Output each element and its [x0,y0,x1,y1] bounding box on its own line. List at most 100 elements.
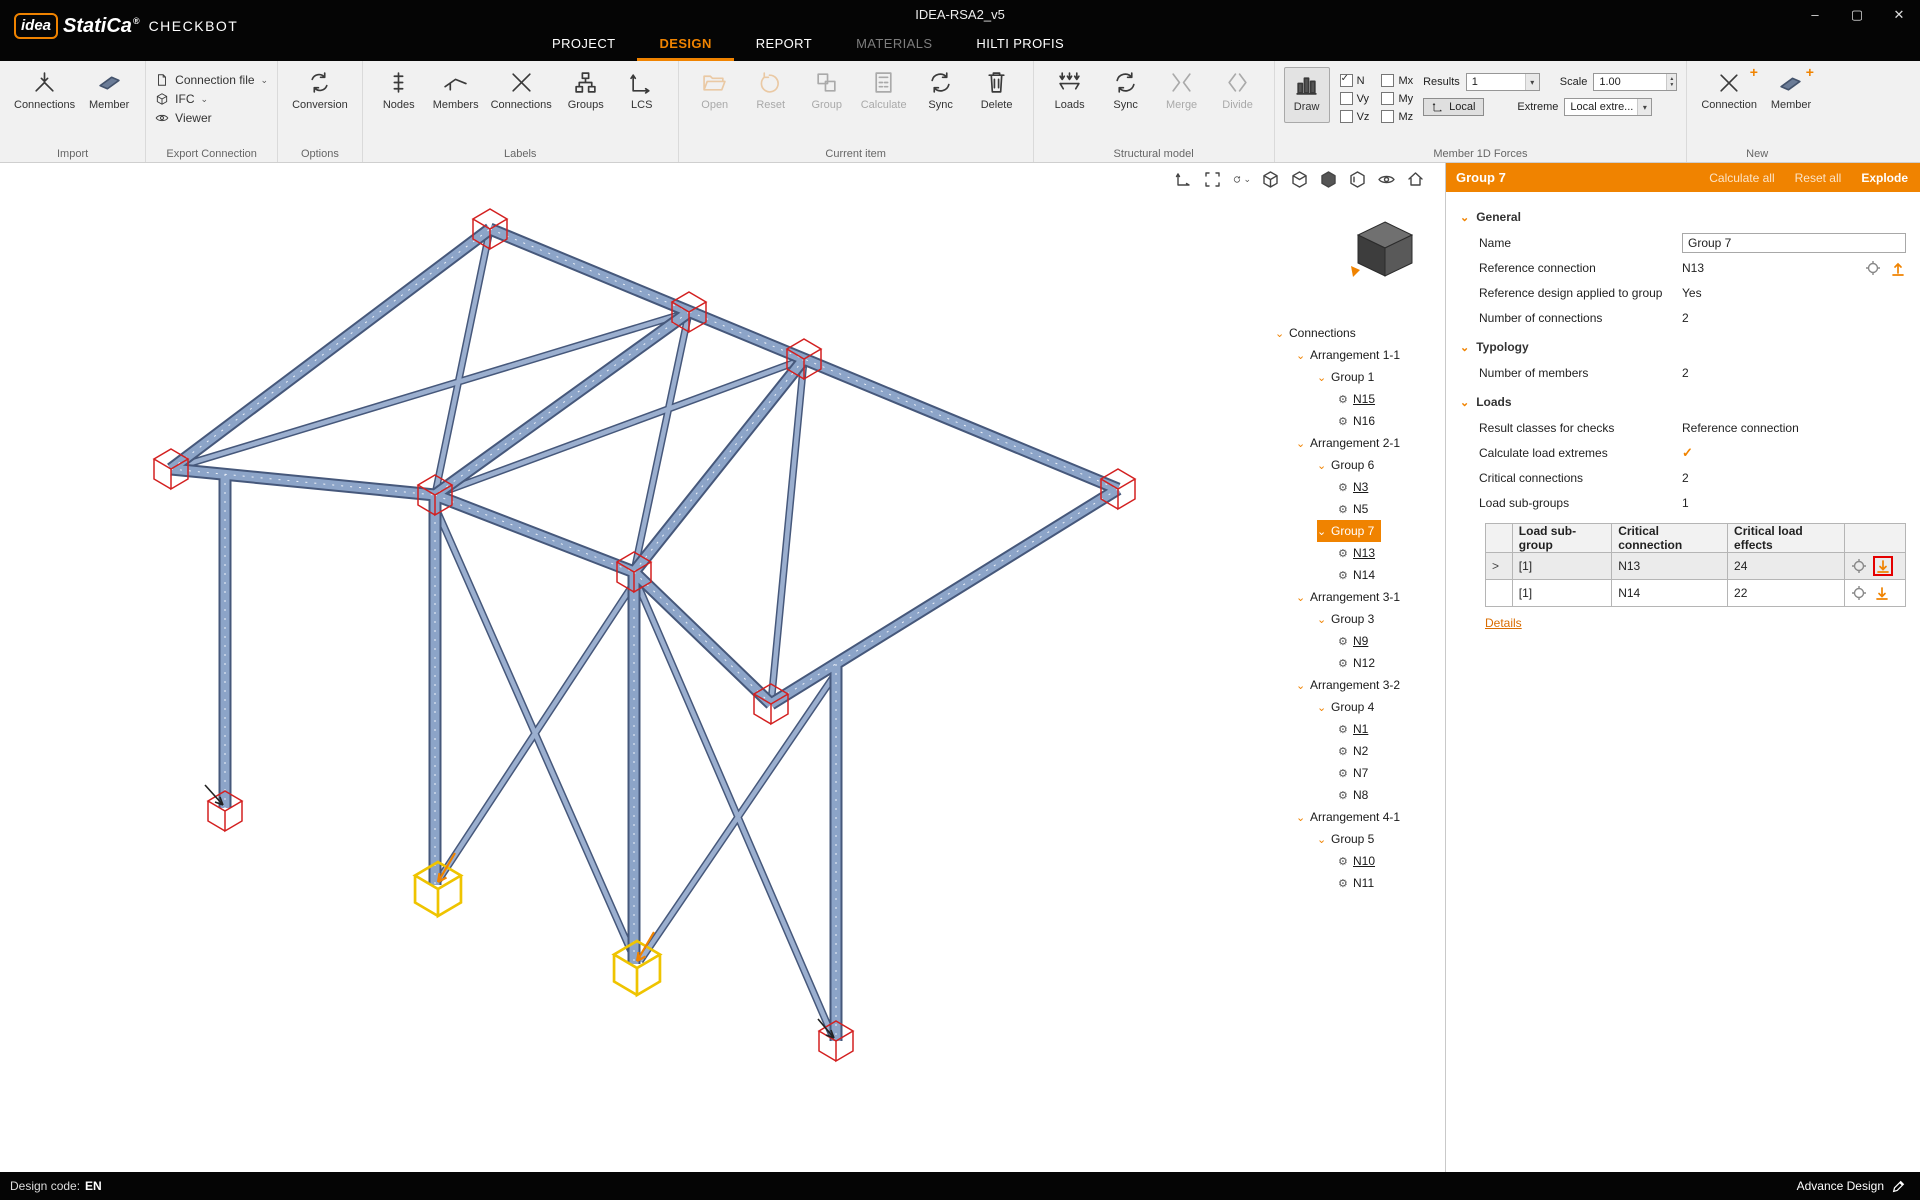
labels-groups-button[interactable]: Groups [559,66,613,115]
tree-item-n7[interactable]: ⚙ N7 [1338,762,1375,784]
force-check-n[interactable]: N [1340,74,1370,87]
view-solid-icon[interactable] [1320,170,1338,188]
new-connection-button[interactable]: + Connection [1696,66,1762,115]
view-wireframe-icon[interactable] [1262,170,1280,188]
tree-item-group-7[interactable]: ⌄ Group 7 [1317,520,1381,542]
tree-item-n3[interactable]: ⚙ N3 [1338,476,1375,498]
tab-project[interactable]: PROJECT [530,30,637,58]
draw-forces-button[interactable]: Draw [1284,67,1330,123]
minimize-button[interactable]: – [1794,0,1836,30]
maximize-button[interactable]: ▢ [1836,0,1878,30]
extreme-dropdown[interactable]: Local extre...▾ [1564,98,1652,116]
apply-loads-icon[interactable] [1873,584,1891,602]
force-check-my[interactable]: My [1381,92,1413,105]
group-button[interactable]: Group [800,66,854,115]
rotate-view-icon[interactable]: ⌄ [1233,170,1251,188]
section-loads[interactable]: ⌄ Loads [1460,389,1906,415]
loads-button[interactable]: Loads [1043,66,1097,115]
locate-connection-icon[interactable] [1851,585,1867,601]
tree-item-group-1[interactable]: ⌄ Group 1 [1317,366,1381,388]
reset-button[interactable]: Reset [744,66,798,115]
force-check-mz[interactable]: Mz [1381,110,1413,123]
close-button[interactable]: ✕ [1878,0,1920,30]
divide-button[interactable]: Divide [1211,66,1265,115]
tree-item-group-4[interactable]: ⌄ Group 4 [1317,696,1381,718]
group-name-input[interactable] [1682,233,1906,253]
local-toggle-button[interactable]: Local [1423,98,1484,116]
locate-connection-icon[interactable] [1865,260,1881,276]
checkbox-icon[interactable] [1340,110,1353,123]
merge-button[interactable]: Merge [1155,66,1209,115]
force-check-vy[interactable]: Vy [1340,92,1370,105]
load-table-row[interactable]: [1] N14 22 [1486,580,1906,607]
force-check-vz[interactable]: Vz [1340,110,1370,123]
conversion-button[interactable]: Conversion [287,66,353,115]
tree-item-group-3[interactable]: ⌄ Group 3 [1317,608,1381,630]
row-expand-cell[interactable] [1486,580,1513,607]
tree-item-n16[interactable]: ⚙ N16 [1338,410,1382,432]
tree-item-arrangement-2-1[interactable]: ⌄ Arrangement 2-1 [1296,432,1407,454]
export-connection-file-button[interactable]: Connection file ⌄ [155,73,268,87]
tree-item-arrangement-3-2[interactable]: ⌄ Arrangement 3-2 [1296,674,1407,696]
checkbox-icon[interactable] [1381,74,1394,87]
details-link[interactable]: Details [1485,616,1522,630]
home-view-icon[interactable] [1407,170,1425,188]
checkbox-icon[interactable] [1381,92,1394,105]
explode-button[interactable]: Explode [1861,171,1908,185]
tree-item-arrangement-3-1[interactable]: ⌄ Arrangement 3-1 [1296,586,1407,608]
tree-item-arrangement-4-1[interactable]: ⌄ Arrangement 4-1 [1296,806,1407,828]
tree-item-n15[interactable]: ⚙ N15 [1338,388,1382,410]
tree-item-n10[interactable]: ⚙ N10 [1338,850,1382,872]
tab-report[interactable]: REPORT [734,30,834,58]
tree-item-n8[interactable]: ⚙ N8 [1338,784,1375,806]
checkbox-icon[interactable] [1340,74,1353,87]
import-member-button[interactable]: Member [82,66,136,115]
set-reference-icon[interactable] [1890,260,1906,276]
calculate-button[interactable]: Calculate [856,66,912,115]
tree-item-n9[interactable]: ⚙ N9 [1338,630,1375,652]
tree-item-n11[interactable]: ⚙ N11 [1338,872,1381,894]
scale-spinner[interactable]: ▲▼ [1666,74,1676,90]
checkmark-icon[interactable]: ✓ [1682,445,1693,461]
sync-current-button[interactable]: Sync [914,66,968,115]
tree-item-n1[interactable]: ⚙ N1 [1338,718,1375,740]
section-general[interactable]: ⌄ General [1460,204,1906,230]
row-expand-cell[interactable]: > [1486,553,1513,580]
sync-model-button[interactable]: Sync [1099,66,1153,115]
apply-loads-icon[interactable] [1873,556,1893,576]
structure-3d-view[interactable] [0,163,1445,1172]
import-connections-button[interactable]: Connections [9,66,80,115]
labels-lcs-button[interactable]: LCS [615,66,669,115]
navigation-cube[interactable] [1347,217,1423,285]
tree-item-n2[interactable]: ⚙ N2 [1338,740,1375,762]
labels-nodes-button[interactable]: Nodes [372,66,426,115]
calculate-all-button[interactable]: Calculate all [1709,171,1774,185]
tab-materials[interactable]: MATERIALS [834,30,954,58]
labels-members-button[interactable]: Members [428,66,484,115]
export-viewer-button[interactable]: Viewer [155,111,268,125]
zoom-fit-icon[interactable] [1204,170,1222,188]
section-typology[interactable]: ⌄ Typology [1460,334,1906,360]
tab-design[interactable]: DESIGN [637,30,733,61]
view-shaded-edges-icon[interactable] [1291,170,1309,188]
tree-item-n13[interactable]: ⚙ N13 [1338,542,1382,564]
force-check-mx[interactable]: Mx [1381,74,1413,87]
checkbox-icon[interactable] [1340,92,1353,105]
tree-item-group-5[interactable]: ⌄ Group 5 [1317,828,1381,850]
results-dropdown[interactable]: 1▾ [1466,73,1540,91]
new-member-button[interactable]: + Member [1764,66,1818,115]
tree-item-connections[interactable]: ⌄ Connections [1275,322,1363,344]
axes-view-icon[interactable] [1175,170,1193,188]
labels-connections-button[interactable]: Connections [486,66,557,115]
view-transparent-icon[interactable] [1349,170,1367,188]
visibility-filter-icon[interactable] [1378,170,1396,188]
tree-item-group-6[interactable]: ⌄ Group 6 [1317,454,1381,476]
tree-item-arrangement-1-1[interactable]: ⌄ Arrangement 1-1 [1296,344,1407,366]
tree-item-n5[interactable]: ⚙ N5 [1338,498,1375,520]
open-button[interactable]: Open [688,66,742,115]
checkbox-icon[interactable] [1381,110,1394,123]
load-table-row[interactable]: > [1] N13 24 [1486,553,1906,580]
scale-input[interactable]: 1.00 ▲▼ [1593,73,1677,91]
export-ifc-button[interactable]: IFC ⌄ [155,92,268,106]
reset-all-button[interactable]: Reset all [1795,171,1842,185]
